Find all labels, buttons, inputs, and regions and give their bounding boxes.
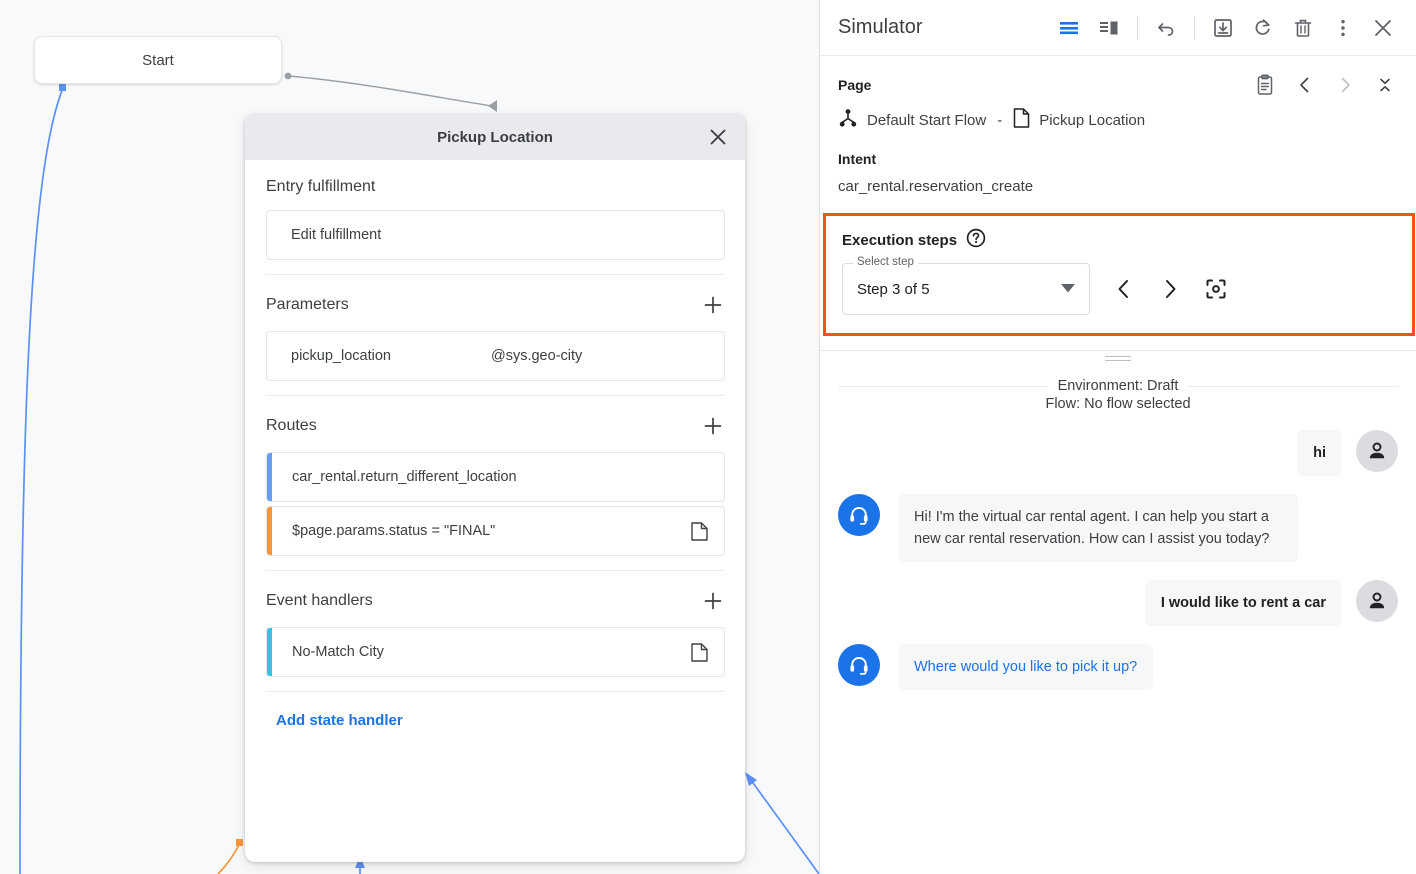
section-entry-fulfillment: Entry fulfillment Edit fulfillment	[245, 160, 745, 274]
page-breadcrumb: Default Start Flow - Pickup Location	[838, 108, 1398, 133]
view-split-icon[interactable]	[1090, 9, 1128, 47]
simulator-title: Simulator	[838, 16, 922, 39]
person-icon	[1365, 439, 1389, 463]
page-name: Pickup Location	[1039, 112, 1145, 129]
clipboard-icon[interactable]	[1252, 72, 1278, 98]
chat-message-user: hi	[838, 430, 1398, 476]
environment-row: Environment: Draft	[838, 376, 1398, 396]
chat-bubble[interactable]: Where would you like to pick it up?	[898, 644, 1153, 690]
parameter-row[interactable]: pickup_location @sys.geo-city	[266, 331, 725, 381]
chat-transcript: Environment: Draft Flow: No flow selecte…	[820, 366, 1416, 874]
execution-steps-title: Execution steps	[842, 232, 957, 249]
add-parameter-button[interactable]	[701, 293, 725, 317]
divider-line	[838, 386, 1048, 387]
add-route-button[interactable]	[701, 414, 725, 438]
page-nav-controls	[1252, 72, 1398, 98]
intent-label: Intent	[838, 151, 1398, 167]
intent-value: car_rental.reservation_create	[838, 178, 1398, 195]
undo-icon[interactable]	[1147, 9, 1185, 47]
flow-icon	[838, 108, 858, 133]
person-icon	[1365, 589, 1389, 613]
route-row[interactable]: car_rental.return_different_location	[266, 452, 725, 502]
route-label: $page.params.status = "FINAL"	[292, 523, 495, 539]
divider-line	[1188, 386, 1398, 387]
page-card-body: Entry fulfillment Edit fulfillment Param…	[245, 160, 745, 862]
delete-icon[interactable]	[1284, 9, 1322, 47]
page-detail-card: Pickup Location Entry fulfillment Edit f…	[245, 114, 745, 862]
toolbar-separator	[1194, 16, 1195, 40]
add-event-handler-button[interactable]	[701, 589, 725, 613]
route-label: car_rental.return_different_location	[292, 469, 517, 485]
previous-page-button[interactable]	[1292, 72, 1318, 98]
intent-block: Intent car_rental.reservation_create	[820, 133, 1416, 195]
simulator-panel: Simulator	[819, 0, 1416, 874]
chat-bubble: hi	[1297, 430, 1342, 476]
resize-handle[interactable]	[1105, 356, 1131, 363]
panel-divider	[820, 350, 1416, 366]
section-parameters: Parameters pickup_location @sys.geo-city	[245, 275, 745, 395]
headset-icon	[847, 653, 871, 677]
parameter-name: pickup_location	[291, 348, 491, 364]
chat-bubble: Hi! I'm the virtual car rental agent. I …	[898, 494, 1298, 562]
chat-message-user: I would like to rent a car	[838, 580, 1398, 626]
simulator-header: Simulator	[820, 0, 1416, 56]
save-icon[interactable]	[1204, 9, 1242, 47]
chat-message-agent: Where would you like to pick it up?	[838, 644, 1398, 690]
agent-avatar	[838, 494, 880, 536]
flow-name: Default Start Flow	[867, 112, 986, 129]
event-handler-row[interactable]: No-Match City	[266, 627, 725, 677]
center-focus-icon[interactable]	[1196, 269, 1236, 309]
start-node-label: Start	[142, 52, 174, 69]
view-list-icon[interactable]	[1050, 9, 1088, 47]
section-title: Entry fulfillment	[266, 178, 375, 196]
section-title: Routes	[266, 417, 317, 435]
parameter-type: @sys.geo-city	[491, 348, 582, 364]
close-icon[interactable]	[1364, 9, 1402, 47]
select-step-value: Step 3 of 5	[857, 281, 930, 298]
chevron-down-icon[interactable]	[1061, 280, 1075, 298]
close-icon[interactable]	[705, 124, 731, 150]
route-row[interactable]: $page.params.status = "FINAL"	[266, 506, 725, 556]
page-label: Page	[838, 77, 871, 93]
next-step-button[interactable]	[1150, 269, 1190, 309]
chat-message-agent: Hi! I'm the virtual car rental agent. I …	[838, 494, 1398, 562]
breadcrumb-separator: -	[997, 112, 1002, 129]
next-page-button[interactable]	[1332, 72, 1358, 98]
start-node[interactable]: Start	[34, 36, 282, 84]
page-icon	[1013, 108, 1030, 133]
user-avatar	[1356, 430, 1398, 472]
select-step-label: Select step	[853, 256, 918, 268]
toolbar-separator	[1137, 16, 1138, 40]
simulator-toolbar	[1050, 9, 1402, 47]
add-state-handler-button[interactable]: Add state handler	[245, 692, 745, 729]
page-info-block: Page	[820, 56, 1416, 133]
section-title: Event handlers	[266, 592, 373, 610]
document-icon	[691, 522, 708, 541]
section-routes: Routes car_rental.return_different_locat…	[245, 396, 745, 570]
user-avatar	[1356, 580, 1398, 622]
section-event-handlers: Event handlers No-Match City	[245, 571, 745, 691]
event-handler-label: No-Match City	[292, 644, 384, 660]
flow-status-label: Flow: No flow selected	[838, 396, 1398, 412]
headset-icon	[847, 503, 871, 527]
collapse-icon[interactable]	[1372, 72, 1398, 98]
previous-step-button[interactable]	[1104, 269, 1144, 309]
edit-fulfillment-row[interactable]: Edit fulfillment	[266, 210, 725, 260]
flow-canvas[interactable]: Start Pickup Location Entry fulfillment …	[0, 0, 819, 874]
execution-steps-panel: Execution steps Select step Step 3 of 5	[823, 213, 1415, 336]
select-step-dropdown[interactable]: Select step Step 3 of 5	[842, 263, 1090, 315]
help-icon[interactable]	[966, 228, 986, 253]
section-title: Parameters	[266, 296, 349, 314]
page-card-header: Pickup Location	[245, 114, 745, 160]
more-vert-icon[interactable]	[1324, 9, 1362, 47]
page-card-title: Pickup Location	[437, 129, 553, 146]
environment-label: Environment: Draft	[1058, 376, 1179, 396]
restart-icon[interactable]	[1244, 9, 1282, 47]
agent-avatar	[838, 644, 880, 686]
chat-bubble: I would like to rent a car	[1145, 580, 1342, 626]
row-label: Edit fulfillment	[291, 227, 381, 243]
document-icon	[691, 643, 708, 662]
